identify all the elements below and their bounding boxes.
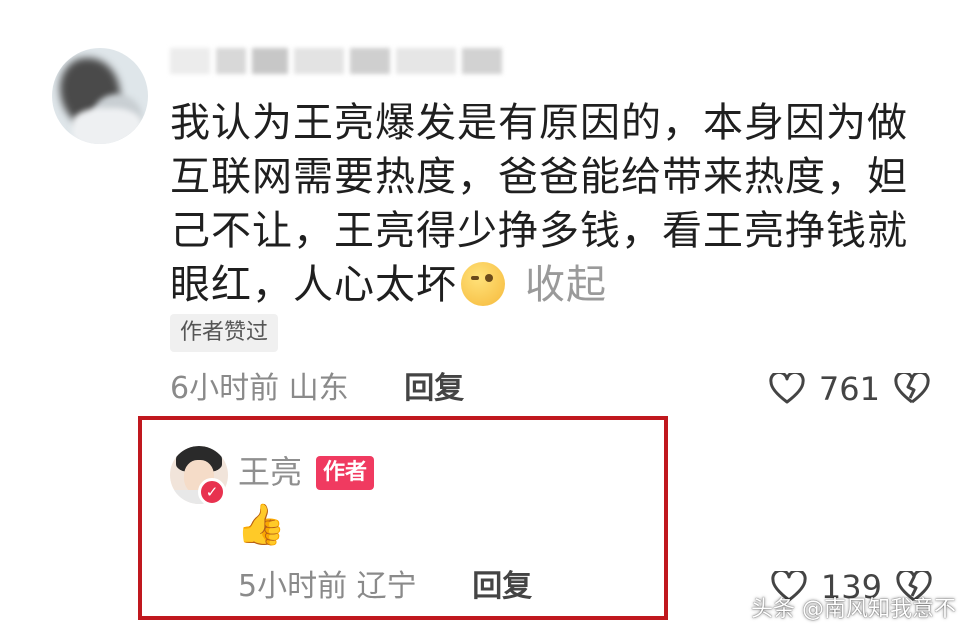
verified-check-icon: ✓ [198, 478, 226, 506]
thinking-face-icon [461, 262, 505, 306]
comment-meta: 6小时前 山东 回复 761 [170, 364, 930, 414]
comment-text: 我认为王亮爆发是有原因的，本身因为做 互联网需要热度，爸爸能给带来热度，妲 己不… [170, 96, 930, 312]
reply-time: 5小时前 [238, 569, 348, 604]
commenter-avatar[interactable] [52, 48, 148, 144]
collapse-link[interactable]: 收起 [525, 262, 607, 308]
like-heart-icon[interactable] [769, 373, 805, 405]
author-tag: 作者 [316, 456, 375, 490]
reply-location: 辽宁 [356, 569, 417, 604]
thumbs-up-icon: 👍 [236, 502, 286, 548]
comment-line: 互联网需要热度，爸爸能给带来热度，妲 [170, 154, 908, 200]
watermark: 头条 @南风知我意不 [751, 597, 956, 622]
reply-button[interactable]: 回复 [404, 371, 464, 406]
comment-location: 山东 [288, 371, 349, 406]
comment-line: 眼红，人心太坏 [170, 262, 457, 308]
author-liked-badge: 作者赞过 [170, 314, 279, 352]
comment-line: 我认为王亮爆发是有原因的，本身因为做 [170, 100, 908, 146]
comment-time: 6小时前 [170, 371, 280, 406]
reply-button[interactable]: 回复 [472, 569, 532, 604]
commenter-username-blurred[interactable] [170, 48, 600, 76]
comment-line: 己不让，王亮得少挣多钱，看王亮挣钱就 [170, 208, 908, 254]
comment-like-group: 761 [769, 364, 930, 414]
like-count: 761 [818, 370, 880, 408]
author-name[interactable]: 王亮 [238, 450, 302, 494]
dislike-broken-heart-icon[interactable] [894, 373, 930, 405]
comment-last-line: 眼红，人心太坏 收起 [170, 258, 930, 312]
